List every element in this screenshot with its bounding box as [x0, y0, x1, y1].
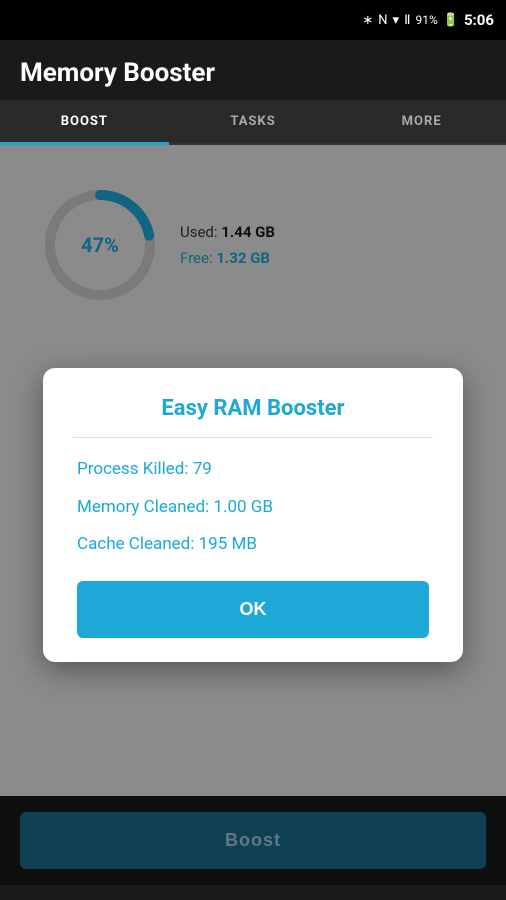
cache-cleaned-stat: Cache Cleaned: 195 MB — [77, 533, 429, 557]
tabs-bar: BOOST TASKS MORE — [0, 100, 506, 145]
dialog-overlay: Easy RAM Booster Process Killed: 79 Memo… — [0, 145, 506, 885]
header: Memory Booster — [0, 40, 506, 100]
dialog-ok-button[interactable]: OK — [77, 581, 429, 638]
signal-icon: Ⅱ — [404, 13, 410, 28]
dialog-body: Process Killed: 79 Memory Cleaned: 1.00 … — [73, 458, 433, 638]
main-content: 47% Used: 1.44 GB Free: 1.32 GB Easy RAM… — [0, 145, 506, 885]
battery-level: 91% — [415, 13, 437, 27]
status-icons: ∗ N ▾ Ⅱ 91% 🔋 5:06 — [362, 11, 494, 29]
battery-icon: 🔋 — [443, 13, 459, 28]
easy-ram-booster-dialog: Easy RAM Booster Process Killed: 79 Memo… — [43, 368, 463, 662]
memory-cleaned-stat: Memory Cleaned: 1.00 GB — [77, 496, 429, 520]
wifi-icon: ▾ — [393, 13, 400, 28]
status-bar: ∗ N ▾ Ⅱ 91% 🔋 5:06 — [0, 0, 506, 40]
tab-more[interactable]: MORE — [337, 100, 506, 143]
dialog-divider — [73, 437, 433, 438]
bluetooth-icon: ∗ — [362, 13, 373, 28]
status-time: 5:06 — [464, 11, 494, 29]
page-title: Memory Booster — [20, 58, 486, 88]
dialog-title: Easy RAM Booster — [73, 396, 433, 421]
network-n-icon: N — [378, 13, 387, 28]
tab-boost[interactable]: BOOST — [0, 100, 169, 143]
process-killed-stat: Process Killed: 79 — [77, 458, 429, 482]
tab-tasks[interactable]: TASKS — [169, 100, 338, 143]
